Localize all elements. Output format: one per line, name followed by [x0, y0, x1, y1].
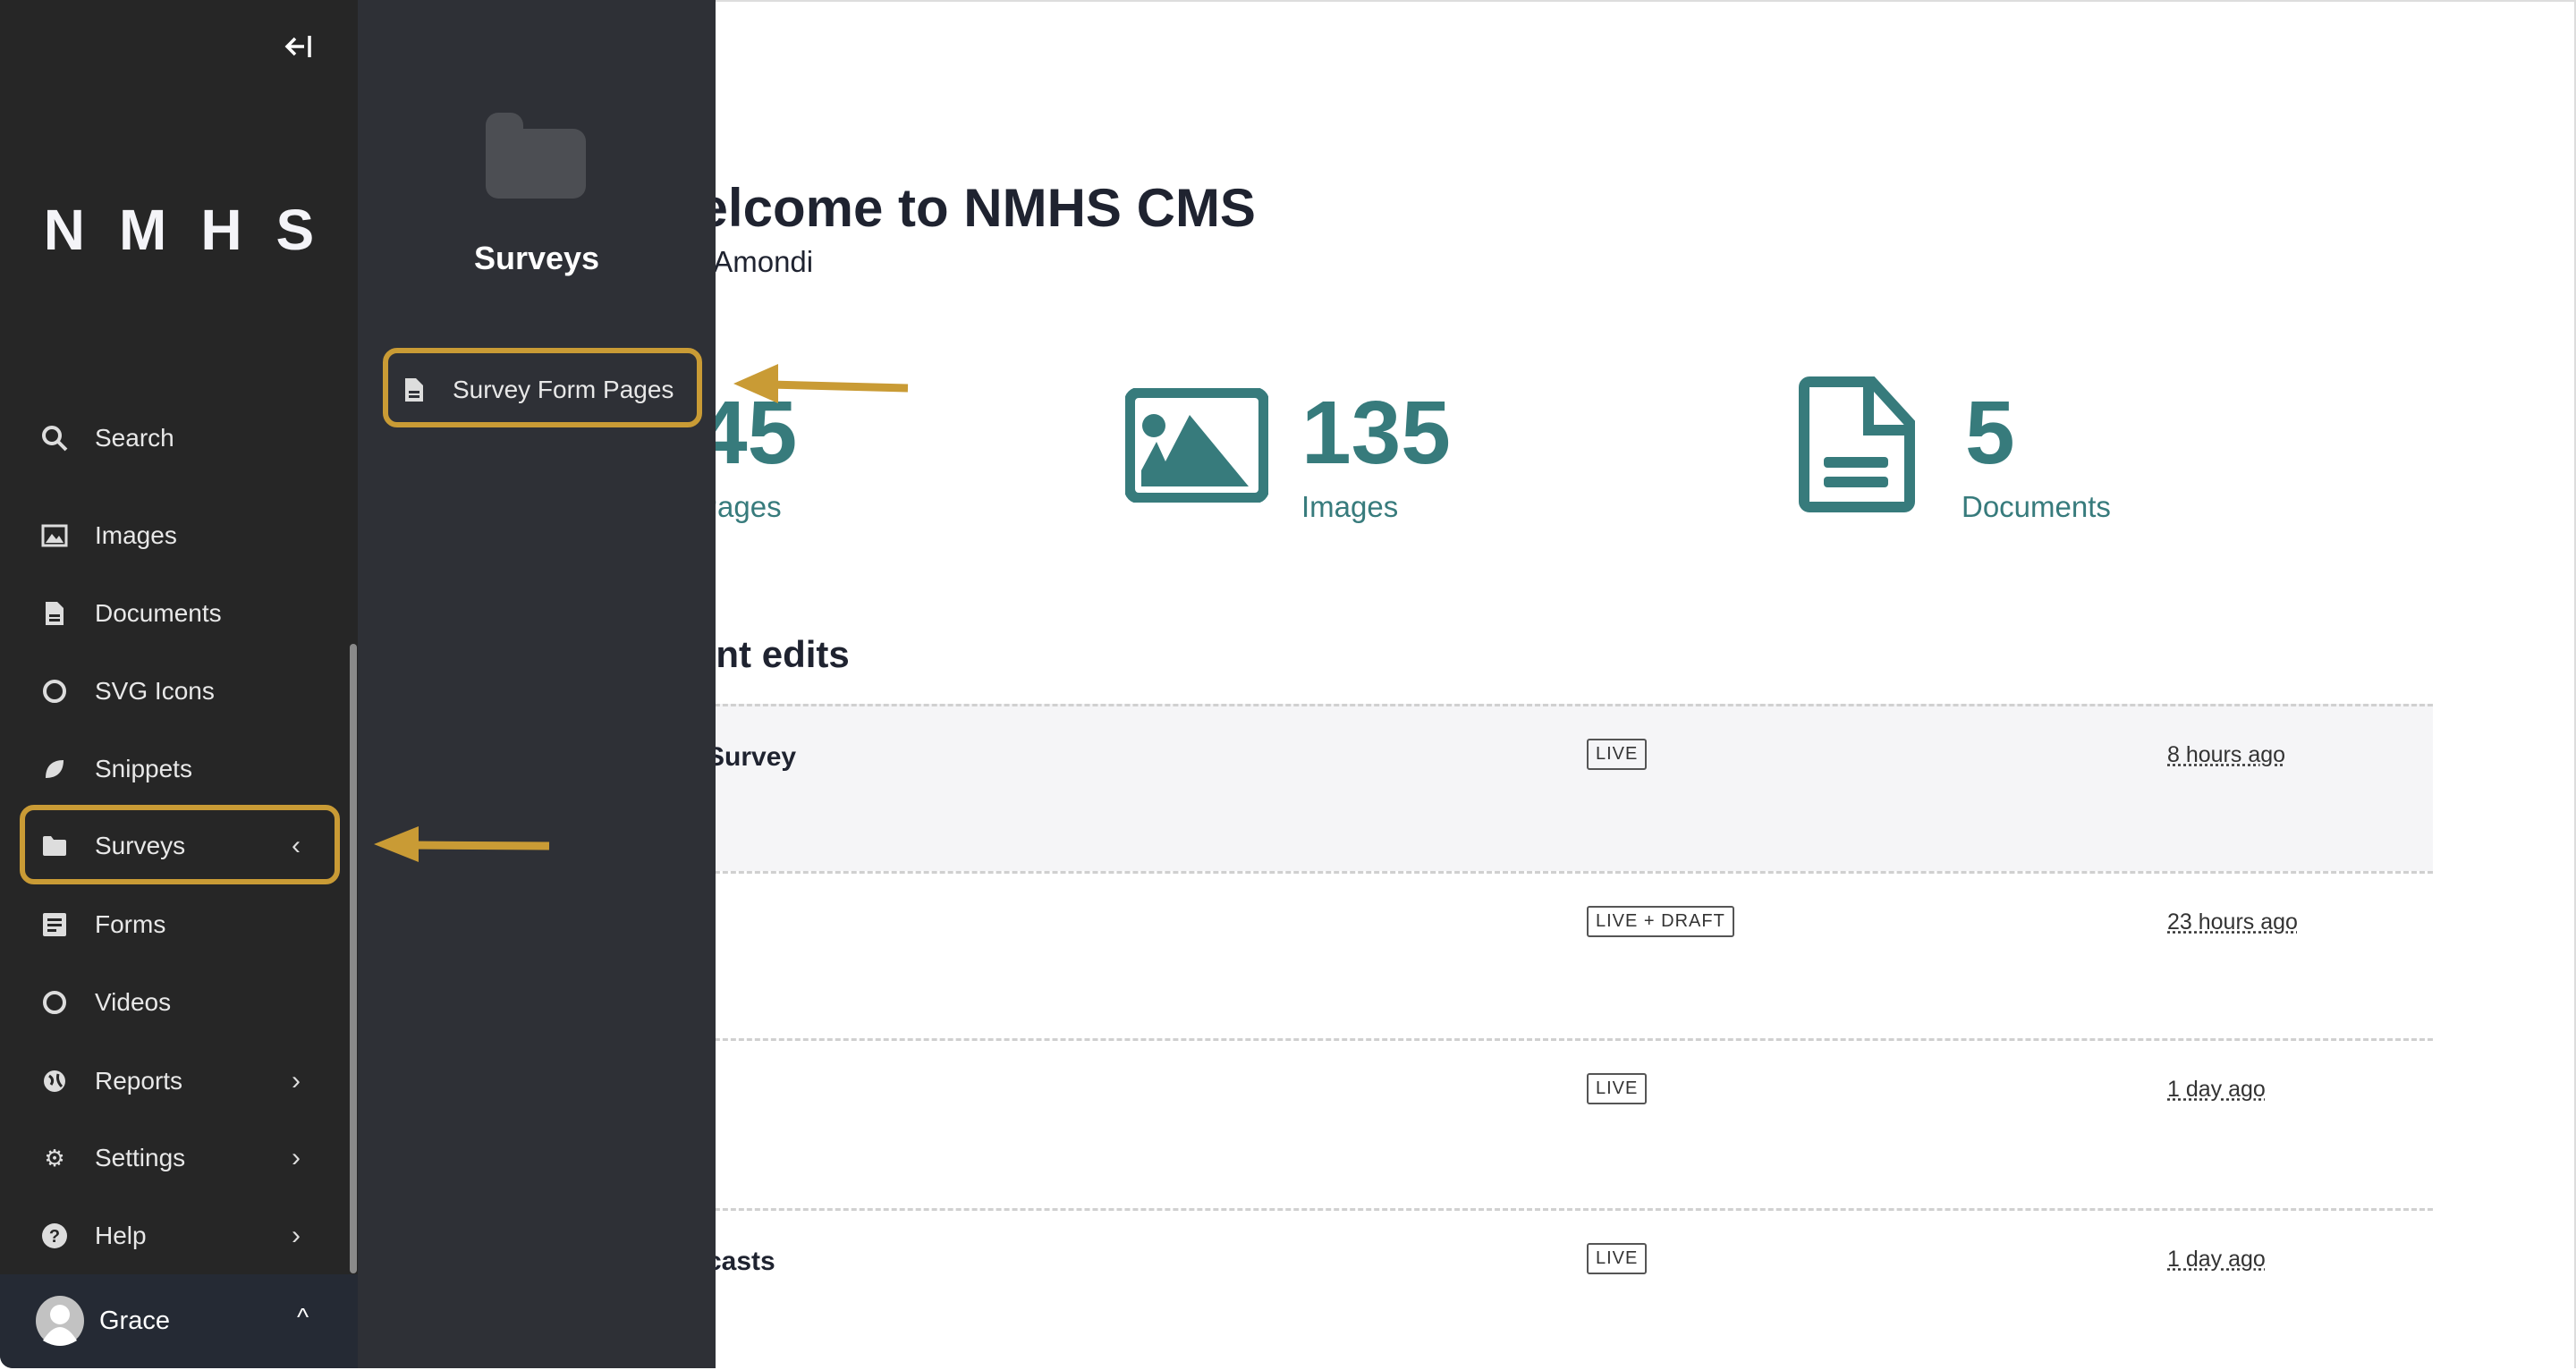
sidebar-item-label: Videos	[95, 988, 172, 1016]
sidebar-item-svg-icons[interactable]: SVG Icons	[0, 655, 358, 727]
row-title[interactable]: casts	[707, 1247, 775, 1277]
table-row[interactable]: Survey LIVE 8 hours ago	[626, 704, 2433, 871]
sidebar-item-label: Settings	[95, 1144, 186, 1171]
sidebar-item-label: Snippets	[95, 755, 192, 782]
row-timestamp: 23 hours ago	[2167, 909, 2298, 934]
stat-documents[interactable]: 5 Documents	[1962, 383, 2111, 524]
svg-text:?: ?	[49, 1227, 60, 1247]
submenu-title: Surveys	[473, 240, 600, 276]
document-icon	[1799, 376, 1915, 512]
sidebar-scrollbar[interactable]	[350, 644, 357, 1273]
chevron-up-icon[interactable]: ^	[297, 1303, 309, 1332]
status-badge: LIVE + DRAFT	[1587, 906, 1734, 937]
document-icon	[41, 600, 68, 627]
sidebar-item-snippets[interactable]: Snippets	[0, 733, 358, 805]
cogs-icon: ⚙	[44, 1144, 65, 1171]
submenu-panel: Surveys Survey Form Pages	[358, 0, 716, 1368]
image-icon	[41, 522, 68, 549]
image-icon	[1125, 388, 1268, 503]
sidebar-item-images[interactable]: Images	[0, 500, 358, 571]
sidebar: NMHS Search Images Documents SVG Icons S…	[0, 0, 358, 1368]
sidebar-item-label: Documents	[95, 599, 222, 627]
stat-images-label: Images	[1301, 490, 1399, 523]
stat-images[interactable]: 135 Images	[1301, 388, 1451, 524]
sidebar-item-label: Search	[95, 424, 174, 452]
chevron-right-icon: ›	[292, 1221, 301, 1250]
highlight-survey-form-pages	[383, 348, 702, 427]
collapse-sidebar-icon[interactable]	[284, 34, 313, 59]
status-badge: LIVE	[1587, 739, 1648, 770]
stat-images-value: 135	[1301, 383, 1451, 483]
avatar[interactable]	[36, 1296, 84, 1346]
sidebar-item-settings[interactable]: ⚙ Settings ›	[0, 1122, 358, 1194]
sidebar-item-label: SVG Icons	[95, 677, 215, 705]
status-badge: LIVE	[1587, 1243, 1648, 1274]
chevron-right-icon: ›	[292, 1143, 301, 1172]
user-menu[interactable]: Grace ^	[0, 1274, 358, 1368]
row-title[interactable]: Survey	[707, 742, 796, 773]
sidebar-item-forms[interactable]: Forms	[0, 889, 358, 960]
sidebar-item-label: Images	[95, 521, 177, 549]
circle-icon	[41, 678, 68, 705]
row-timestamp: 1 day ago	[2167, 1077, 2266, 1102]
sidebar-item-reports[interactable]: Reports ›	[0, 1045, 358, 1117]
stat-documents-value: 5	[1965, 383, 2015, 483]
chevron-right-icon: ›	[292, 1066, 301, 1095]
sidebar-item-documents[interactable]: Documents	[0, 578, 358, 649]
folder-icon	[486, 113, 586, 199]
table-row[interactable]: LIVE 1 day ago	[626, 1038, 2433, 1208]
leaf-icon	[41, 756, 68, 782]
logo[interactable]: NMHS	[0, 197, 358, 263]
stat-documents-label: Documents	[1962, 490, 2111, 523]
annotation-arrow-icon	[733, 364, 909, 403]
page-title: Welcome to NMHS CMS	[648, 178, 1256, 238]
sidebar-item-search[interactable]: Search	[0, 402, 358, 474]
highlight-surveys	[20, 805, 340, 884]
sidebar-item-label: Reports	[95, 1067, 183, 1095]
user-name: Grace	[99, 1307, 170, 1335]
help-icon: ?	[41, 1222, 68, 1249]
table-row[interactable]: casts LIVE 1 day ago	[626, 1208, 2433, 1370]
globe-icon	[41, 1068, 68, 1095]
sidebar-item-videos[interactable]: Videos	[0, 967, 358, 1038]
row-timestamp: 8 hours ago	[2167, 742, 2286, 767]
sidebar-item-label: Help	[95, 1222, 147, 1249]
sidebar-item-help[interactable]: ? Help ›	[0, 1200, 358, 1272]
row-timestamp: 1 day ago	[2167, 1247, 2266, 1272]
form-icon	[41, 911, 68, 938]
circle-icon	[41, 989, 68, 1016]
table-row[interactable]: LIVE + DRAFT 23 hours ago	[626, 871, 2433, 1038]
annotation-arrow-icon	[374, 826, 550, 862]
search-icon	[41, 425, 68, 452]
status-badge: LIVE	[1587, 1073, 1648, 1104]
sidebar-item-label: Forms	[95, 910, 166, 938]
